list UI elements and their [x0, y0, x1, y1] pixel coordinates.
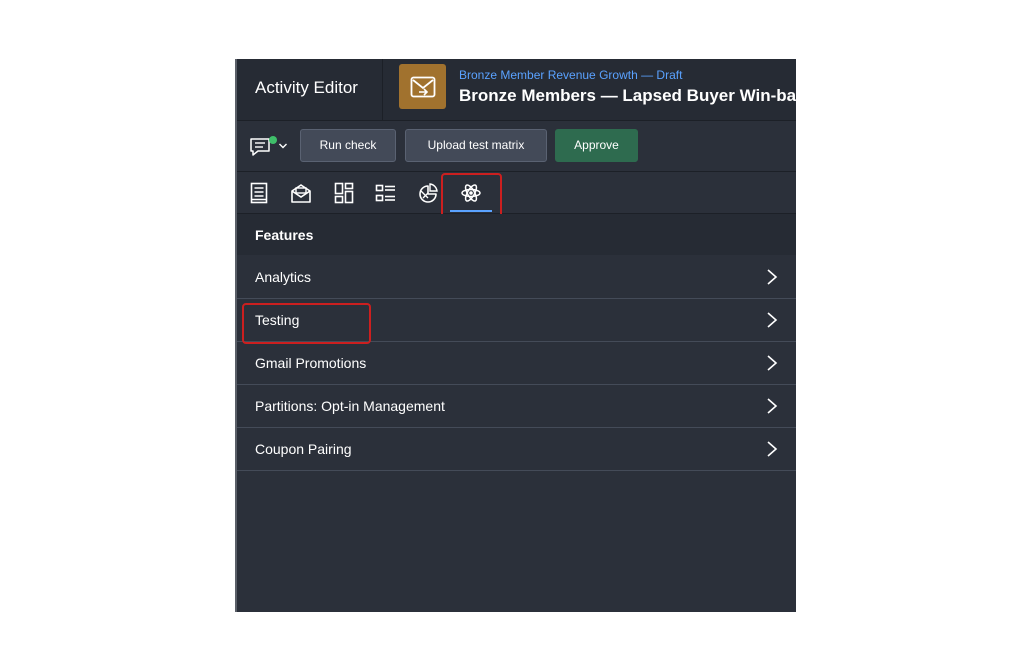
activity-editor-panel: Activity Editor Bronze Member Revenue Gr… — [235, 59, 796, 612]
feature-label: Analytics — [255, 269, 312, 285]
segment-pie-icon — [419, 183, 438, 203]
feature-list: Analytics Testing Gmail Promotions Parti… — [237, 256, 796, 471]
page: Activity Editor Bronze Member Revenue Gr… — [0, 0, 1030, 671]
feature-row-gmail-promotions[interactable]: Gmail Promotions — [237, 342, 796, 385]
editor-toolbar: Run check Upload test matrix Approve — [237, 121, 796, 172]
features-title: Features — [255, 227, 314, 243]
email-send-icon — [399, 64, 446, 109]
approve-button[interactable]: Approve — [555, 129, 638, 162]
chevron-right-icon — [767, 441, 778, 457]
run-check-button[interactable]: Run check — [300, 129, 396, 162]
chevron-right-icon — [767, 355, 778, 371]
atom-icon — [461, 184, 481, 202]
activity-title: Bronze Members — Lapsed Buyer Win-back — [459, 86, 796, 105]
feature-row-coupon-pairing[interactable]: Coupon Pairing — [237, 428, 796, 471]
tab-envelope[interactable] — [289, 181, 313, 205]
checklist-icon — [375, 184, 395, 202]
chevron-right-icon — [767, 269, 778, 285]
tab-layout[interactable] — [332, 181, 356, 205]
editor-tabs — [237, 172, 796, 224]
editor-title: Activity Editor — [255, 78, 358, 97]
layout-grid-icon — [334, 182, 354, 204]
tab-checklist[interactable] — [374, 181, 398, 205]
feature-row-testing[interactable]: Testing — [237, 299, 796, 342]
tab-document[interactable] — [247, 181, 271, 205]
chevron-down-icon — [278, 137, 288, 155]
active-tab-indicator — [450, 210, 492, 212]
notification-dot — [269, 136, 277, 144]
document-icon — [250, 182, 268, 204]
editor-header: Activity Editor Bronze Member Revenue Gr… — [237, 59, 796, 121]
tab-features[interactable] — [459, 181, 483, 205]
chevron-right-icon — [767, 312, 778, 328]
campaign-subtitle[interactable]: Bronze Member Revenue Growth — Draft — [459, 68, 682, 83]
comments-button[interactable] — [249, 132, 293, 160]
envelope-open-icon — [291, 184, 311, 203]
feature-label: Partitions: Opt-in Management — [255, 398, 445, 414]
header-divider — [382, 59, 383, 120]
features-header: Features — [237, 214, 796, 255]
comment-icon — [249, 134, 277, 158]
tab-segments[interactable] — [416, 181, 440, 205]
feature-row-analytics[interactable]: Analytics — [237, 256, 796, 299]
chevron-right-icon — [767, 398, 778, 414]
feature-label: Coupon Pairing — [255, 441, 352, 457]
feature-label: Testing — [255, 312, 300, 328]
upload-test-matrix-button[interactable]: Upload test matrix — [405, 129, 547, 162]
feature-label: Gmail Promotions — [255, 355, 367, 371]
feature-row-partitions[interactable]: Partitions: Opt-in Management — [237, 385, 796, 428]
